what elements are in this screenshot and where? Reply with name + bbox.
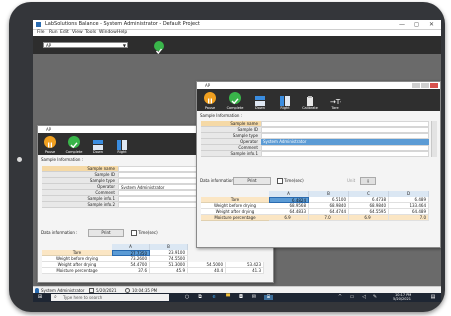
time-checkbox[interactable]	[131, 230, 137, 236]
menu-window[interactable]: Window	[99, 30, 117, 35]
window-close-icon[interactable]	[430, 83, 438, 88]
menu-tools[interactable]: Tools	[85, 30, 96, 35]
data-cell[interactable]: 7.0	[389, 215, 429, 221]
app-title-bar: LabSolutions Balance - System Administra…	[33, 20, 441, 30]
window-maximize-icon[interactable]	[421, 83, 429, 88]
pause-label: Pause	[44, 150, 56, 154]
right-label: Right	[280, 106, 290, 110]
cortana-icon[interactable]: ○	[184, 295, 190, 300]
mail-icon[interactable]: ✉	[251, 295, 257, 300]
data-info-heading: Data information :	[41, 230, 78, 235]
complete-label: Complete	[65, 150, 83, 154]
menu-file[interactable]: File	[37, 30, 45, 35]
start-button-icon[interactable]: ⊞	[37, 295, 43, 300]
data-cell[interactable]: 45.9	[150, 268, 188, 274]
calibrate-label: Calibrate	[302, 106, 318, 110]
notification-icon[interactable]: ▤	[430, 295, 436, 300]
tablet-frame: LabSolutions Balance - System Administra…	[9, 2, 445, 312]
tare-icon[interactable]: →T←	[329, 92, 346, 106]
time-checkbox[interactable]	[277, 178, 283, 184]
sample-info-heading: Sample Information :	[41, 157, 84, 162]
pause-icon[interactable]	[44, 136, 56, 148]
edge-icon[interactable]: e	[211, 295, 217, 300]
field-label: Sample info.2	[42, 202, 118, 208]
store-icon[interactable]: ◘	[238, 295, 244, 300]
maximize-button[interactable]: ◻	[414, 21, 419, 28]
complete-icon[interactable]	[68, 136, 80, 149]
menu-view[interactable]: View	[72, 30, 83, 35]
data-cell[interactable]: 6.9	[269, 215, 309, 221]
unit-label: Unit	[347, 178, 356, 183]
workspace: AP Pause Complete Down Right Sample Info…	[33, 54, 441, 286]
time-label: Time(sec)	[284, 178, 304, 183]
down-layout-icon[interactable]	[254, 92, 266, 106]
taskbar: ⊞ ⌕ Type here to search ○ ⧉ e ▀ ◘ ✉ ⌸ ^ …	[33, 293, 441, 302]
down-label: Down	[93, 150, 103, 154]
pen-icon[interactable]: ✎	[372, 295, 378, 300]
data-cell[interactable]: 41.3	[226, 268, 264, 274]
screen: LabSolutions Balance - System Administra…	[33, 20, 441, 302]
right-layout-icon[interactable]	[116, 136, 128, 150]
chevron-down-icon: ▼	[122, 43, 126, 48]
method-select[interactable]: AP ▼	[43, 42, 128, 48]
file-explorer-icon[interactable]: ▀	[225, 295, 231, 300]
device-background: LabSolutions Balance - System Administra…	[0, 0, 451, 316]
labsolutions-taskbar-icon[interactable]: ⌸	[264, 295, 273, 300]
right-label: Right	[117, 150, 127, 154]
menu-run[interactable]: Run	[49, 30, 58, 35]
data-cell[interactable]: 7.0	[309, 215, 349, 221]
minimize-button[interactable]: —	[399, 21, 405, 28]
data-cell[interactable]: 6.9	[349, 215, 389, 221]
network-icon[interactable]: ▭	[349, 295, 355, 300]
complete-icon[interactable]	[229, 92, 241, 105]
pause-icon[interactable]	[204, 92, 216, 104]
right-layout-icon[interactable]	[279, 92, 291, 106]
pause-label: Pause	[204, 106, 216, 110]
taskbar-search-input[interactable]: ⌕ Type here to search	[51, 294, 169, 301]
menu-edit[interactable]: Edit	[60, 30, 69, 35]
time-label: Time(sec)	[138, 230, 158, 235]
window-minimize-icon[interactable]	[412, 83, 420, 88]
window-toolbar: Pause Complete Down Right	[197, 89, 440, 111]
tray-up-icon[interactable]: ^	[337, 295, 343, 300]
search-icon: ⌕	[54, 294, 57, 300]
unit-select[interactable]: g	[360, 177, 376, 185]
row-label-moisture: Moisture percentage	[201, 215, 269, 221]
app-logo-icon	[36, 22, 41, 27]
task-view-icon[interactable]: ⧉	[197, 295, 203, 300]
taskbar-clock-date[interactable]: 5/20/2021	[393, 297, 411, 301]
sample-info-heading: Sample Information :	[200, 113, 243, 118]
tare-label: Tare	[331, 106, 339, 110]
data-info-heading: Data information :	[200, 178, 237, 183]
data-cell[interactable]: 37.6	[112, 268, 150, 274]
svg-text:→T←: →T←	[330, 98, 341, 106]
calibrate-icon[interactable]	[304, 92, 316, 106]
run-icon[interactable]	[154, 41, 164, 55]
volume-icon[interactable]: ◁	[361, 295, 367, 300]
camera-dot	[17, 157, 22, 162]
method-select-value: AP	[46, 43, 52, 48]
close-button[interactable]: ✕	[429, 21, 434, 28]
down-layout-icon[interactable]	[92, 136, 104, 150]
print-button[interactable]: Print	[88, 229, 124, 237]
measurement-window-front[interactable]: AP Pause Complete Down Right Calibrate →…	[196, 81, 441, 248]
down-label: Down	[255, 106, 265, 110]
search-placeholder: Type here to search	[63, 295, 103, 300]
complete-label: Complete	[226, 106, 244, 110]
row-label-moisture: Moisture percentage	[42, 268, 112, 274]
data-cell[interactable]: 40.4	[188, 268, 226, 274]
menu-help[interactable]: Help	[117, 30, 127, 35]
fields-scrollbar[interactable]	[431, 121, 437, 157]
field-label: Sample info.1	[201, 151, 261, 157]
print-button[interactable]: Print	[233, 177, 271, 185]
sample-info1-input[interactable]	[261, 151, 429, 157]
app-title: LabSolutions Balance - System Administra…	[45, 21, 200, 27]
